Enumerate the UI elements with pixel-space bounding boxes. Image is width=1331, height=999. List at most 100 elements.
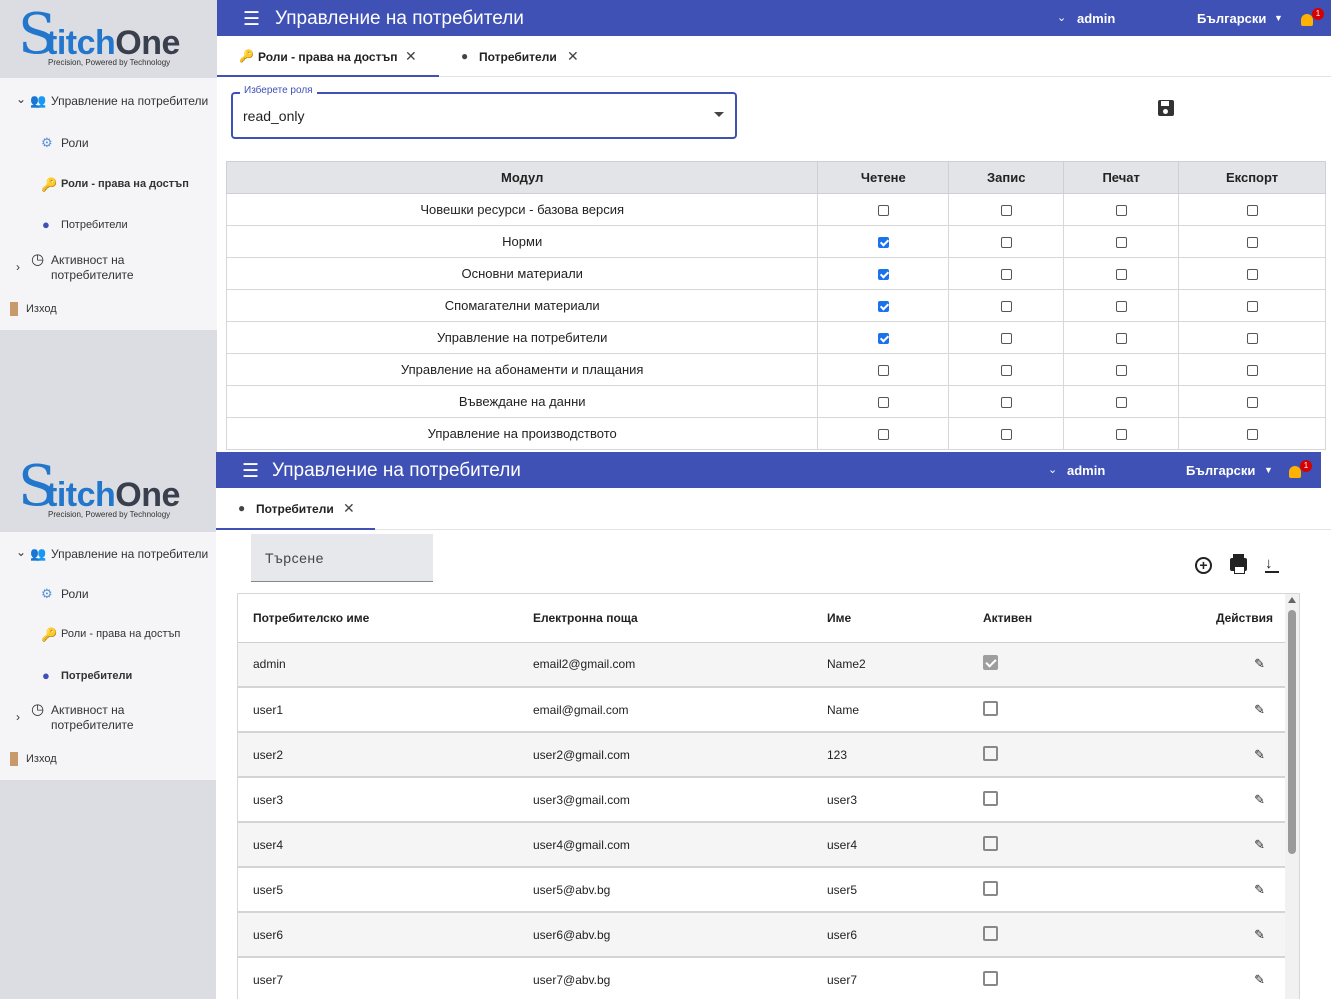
- permission-checkbox-write[interactable]: [1000, 429, 1012, 441]
- active-checkbox[interactable]: [983, 745, 998, 761]
- permission-checkbox-read[interactable]: [877, 365, 889, 377]
- role-select[interactable]: [231, 92, 737, 139]
- chevron-down-icon[interactable]: ⌄: [16, 92, 26, 106]
- permission-checkbox-read[interactable]: [877, 397, 889, 409]
- add-circle-icon[interactable]: +: [1195, 557, 1212, 574]
- tab-roles-access[interactable]: 🔑 Роли - права на достъп ✕: [217, 36, 439, 77]
- scroll-up-icon[interactable]: [1288, 597, 1296, 603]
- email-cell: email2@gmail.com: [518, 642, 812, 688]
- permission-checkbox-export[interactable]: [1246, 333, 1258, 345]
- permission-checkbox-read[interactable]: [877, 301, 889, 313]
- permission-checkbox-print[interactable]: [1115, 365, 1127, 377]
- menu-icon[interactable]: ☰: [243, 8, 260, 31]
- permission-checkbox-export[interactable]: [1246, 397, 1258, 409]
- user-menu[interactable]: admin: [1077, 11, 1115, 26]
- table-row[interactable]: user6 user6@abv.bg user6 ✎: [238, 912, 1287, 958]
- permission-checkbox-read[interactable]: [877, 237, 889, 249]
- menu-icon[interactable]: ☰: [242, 460, 259, 483]
- table-row[interactable]: user7 user7@abv.bg user7 ✎: [238, 957, 1287, 999]
- language-select[interactable]: Български: [1197, 11, 1266, 26]
- key-icon: 🔑: [41, 627, 58, 642]
- column-header-active[interactable]: Активен: [968, 594, 1168, 643]
- download-icon[interactable]: ↓: [1265, 555, 1273, 572]
- permission-checkbox-export[interactable]: [1246, 237, 1258, 249]
- table-row[interactable]: user2 user2@gmail.com 123 ✎: [238, 732, 1287, 778]
- table-row[interactable]: user1 email@gmail.com Name ✎: [238, 687, 1287, 733]
- permission-checkbox-export[interactable]: [1246, 365, 1258, 377]
- permission-checkbox-write[interactable]: [1000, 205, 1012, 217]
- permission-checkbox-print[interactable]: [1115, 333, 1127, 345]
- permission-checkbox-print[interactable]: [1115, 269, 1127, 281]
- chevron-right-icon[interactable]: ›: [16, 260, 20, 274]
- active-checkbox[interactable]: [983, 655, 998, 671]
- caret-down-icon[interactable]: ▼: [1264, 465, 1273, 475]
- permission-checkbox-read[interactable]: [877, 333, 889, 345]
- pencil-icon[interactable]: ✎: [1254, 837, 1265, 853]
- pencil-icon[interactable]: ✎: [1254, 972, 1265, 988]
- pencil-icon[interactable]: ✎: [1254, 656, 1265, 672]
- permission-checkbox-print[interactable]: [1115, 205, 1127, 217]
- table-row[interactable]: user3 user3@gmail.com user3 ✎: [238, 777, 1287, 823]
- permission-checkbox-print[interactable]: [1115, 429, 1127, 441]
- pencil-icon[interactable]: ✎: [1254, 792, 1265, 808]
- chevron-down-icon[interactable]: ⌄: [16, 545, 26, 559]
- search-input[interactable]: Търсене: [251, 534, 433, 582]
- pencil-icon[interactable]: ✎: [1254, 927, 1265, 943]
- print-icon[interactable]: [1230, 554, 1247, 574]
- users-header-row: Потребителско име Електронна поща Име Ак…: [238, 594, 1287, 643]
- close-icon[interactable]: ✕: [405, 48, 417, 65]
- permission-checkbox-print[interactable]: [1115, 397, 1127, 409]
- permission-checkbox-write[interactable]: [1000, 269, 1012, 281]
- permission-checkbox-export[interactable]: [1246, 269, 1258, 281]
- permission-checkbox-export[interactable]: [1246, 205, 1258, 217]
- tab-users[interactable]: ● Потребители ✕: [439, 36, 589, 77]
- close-icon[interactable]: ✕: [343, 500, 355, 517]
- permission-checkbox-print[interactable]: [1115, 237, 1127, 249]
- caret-down-icon[interactable]: ▼: [1274, 13, 1283, 23]
- table-row[interactable]: user4 user4@gmail.com user4 ✎: [238, 822, 1287, 868]
- save-icon[interactable]: [1158, 100, 1174, 116]
- permission-checkbox-write[interactable]: [1000, 333, 1012, 345]
- table-row[interactable]: user5 user5@abv.bg user5 ✎: [238, 867, 1287, 913]
- permission-checkbox-write[interactable]: [1000, 397, 1012, 409]
- active-checkbox[interactable]: [983, 970, 998, 986]
- permission-checkbox-print[interactable]: [1115, 301, 1127, 313]
- name-cell: Name: [812, 687, 968, 733]
- chevron-right-icon[interactable]: ›: [16, 710, 20, 724]
- sidebar: S titchOne Precision, Powered by Technol…: [0, 452, 216, 999]
- permission-checkbox-read[interactable]: [877, 429, 889, 441]
- permission-checkbox-write[interactable]: [1000, 301, 1012, 313]
- active-checkbox[interactable]: [983, 835, 998, 851]
- close-icon[interactable]: ✕: [567, 48, 579, 65]
- column-header-name[interactable]: Име: [812, 594, 968, 643]
- permission-cell-read: [817, 193, 950, 226]
- scrollbar-thumb[interactable]: [1288, 610, 1296, 854]
- pencil-icon[interactable]: ✎: [1254, 747, 1265, 763]
- permission-checkbox-read[interactable]: [877, 269, 889, 281]
- active-checkbox[interactable]: [983, 700, 998, 716]
- permission-checkbox-export[interactable]: [1246, 429, 1258, 441]
- column-header-email[interactable]: Електронна поща: [518, 594, 812, 643]
- column-header-username[interactable]: Потребителско име: [238, 594, 518, 643]
- bell-icon[interactable]: [1301, 14, 1313, 26]
- bell-icon[interactable]: [1289, 466, 1301, 478]
- active-checkbox[interactable]: [983, 880, 998, 896]
- chevron-down-icon[interactable]: ⌄: [1048, 463, 1057, 476]
- caret-down-icon[interactable]: [714, 112, 724, 117]
- active-checkbox[interactable]: [983, 790, 998, 806]
- role-select-value[interactable]: read_only: [243, 108, 305, 124]
- user-menu[interactable]: admin: [1067, 463, 1105, 478]
- permission-checkbox-read[interactable]: [877, 205, 889, 217]
- permission-checkbox-export[interactable]: [1246, 301, 1258, 313]
- chevron-down-icon[interactable]: ⌄: [1057, 11, 1066, 24]
- language-select[interactable]: Български: [1186, 463, 1255, 478]
- pencil-icon[interactable]: ✎: [1254, 882, 1265, 898]
- scrollbar[interactable]: [1285, 594, 1299, 999]
- permission-checkbox-write[interactable]: [1000, 365, 1012, 377]
- active-checkbox[interactable]: [983, 925, 998, 941]
- sidebar-item-label: Роли - права на достъп: [61, 178, 189, 190]
- tab-users[interactable]: ● Потребители ✕: [216, 488, 375, 530]
- permission-checkbox-write[interactable]: [1000, 237, 1012, 249]
- pencil-icon[interactable]: ✎: [1254, 702, 1265, 718]
- table-row[interactable]: admin email2@gmail.com Name2 ✎: [238, 642, 1287, 688]
